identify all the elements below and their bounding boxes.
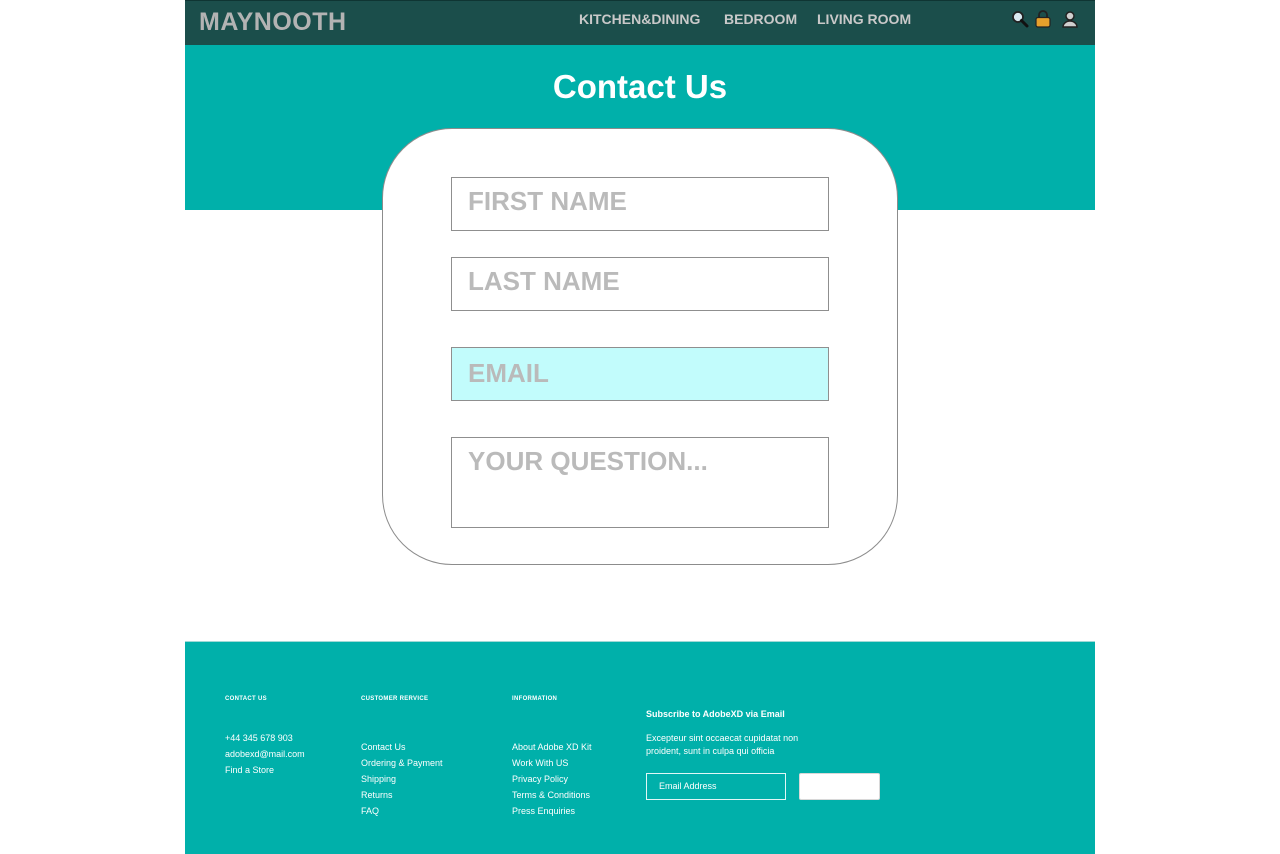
footer-link-terms[interactable]: Terms & Conditions [512, 790, 590, 800]
subscribe-heading: Subscribe to AdobeXD via Email [646, 709, 785, 719]
page-title: Contact Us [552, 68, 728, 105]
question-textarea[interactable]: YOUR QUESTION... [451, 437, 829, 528]
nav-item-living-room[interactable]: LIVING ROOM [817, 11, 911, 27]
footer-link-ordering-payment[interactable]: Ordering & Payment [361, 758, 443, 768]
brand-logo[interactable]: MAYNOOTH [199, 8, 347, 37]
footer-link-faq[interactable]: FAQ [361, 806, 379, 816]
subscribe-text: Excepteur sint occaecat cupidatat non pr… [646, 733, 799, 756]
footer-find-store[interactable]: Find a Store [225, 765, 274, 775]
footer-phone[interactable]: +44 345 678 903 [225, 733, 293, 743]
footer-link-about[interactable]: About Adobe XD Kit [512, 742, 592, 752]
footer-heading-customer-service: CUSTOMER RERVICE [361, 696, 429, 702]
first-name-placeholder: FIRST NAME [468, 186, 627, 216]
email-placeholder: EMAIL [468, 358, 549, 388]
subscribe-button[interactable] [799, 773, 880, 800]
user-icon[interactable] [1061, 10, 1079, 28]
search-icon[interactable] [1011, 10, 1029, 28]
footer-link-press[interactable]: Press Enquiries [512, 806, 575, 816]
footer-link-returns[interactable]: Returns [361, 790, 393, 800]
footer-link-shipping[interactable]: Shipping [361, 774, 396, 784]
top-navigation-bar: MAYNOOTH KITCHEN&DINING BEDROOM LIVING R… [185, 0, 1095, 45]
subscribe-email-placeholder: Email Address [659, 781, 717, 791]
footer-link-work-with-us[interactable]: Work With US [512, 758, 568, 768]
bag-icon[interactable] [1034, 10, 1052, 28]
page-frame: MAYNOOTH KITCHEN&DINING BEDROOM LIVING R… [185, 0, 1095, 854]
nav-item-kitchen-dining[interactable]: KITCHEN&DINING [579, 11, 700, 27]
footer-heading-information: INFORMATION [512, 696, 558, 702]
footer: CONTACT US +44 345 678 903 adobexd@mail.… [185, 641, 1095, 854]
last-name-field[interactable]: LAST NAME [451, 257, 829, 311]
footer-link-privacy-policy[interactable]: Privacy Policy [512, 774, 568, 784]
email-field[interactable]: EMAIL [451, 347, 829, 401]
question-placeholder: YOUR QUESTION... [468, 446, 708, 476]
footer-heading-contact: CONTACT US [225, 696, 267, 702]
last-name-placeholder: LAST NAME [468, 266, 620, 296]
subscribe-email-input[interactable]: Email Address [646, 773, 786, 800]
nav-item-bedroom[interactable]: BEDROOM [724, 11, 797, 27]
footer-link-contact-us[interactable]: Contact Us [361, 742, 406, 752]
first-name-field[interactable]: FIRST NAME [451, 177, 829, 231]
footer-email[interactable]: adobexd@mail.com [225, 749, 305, 759]
